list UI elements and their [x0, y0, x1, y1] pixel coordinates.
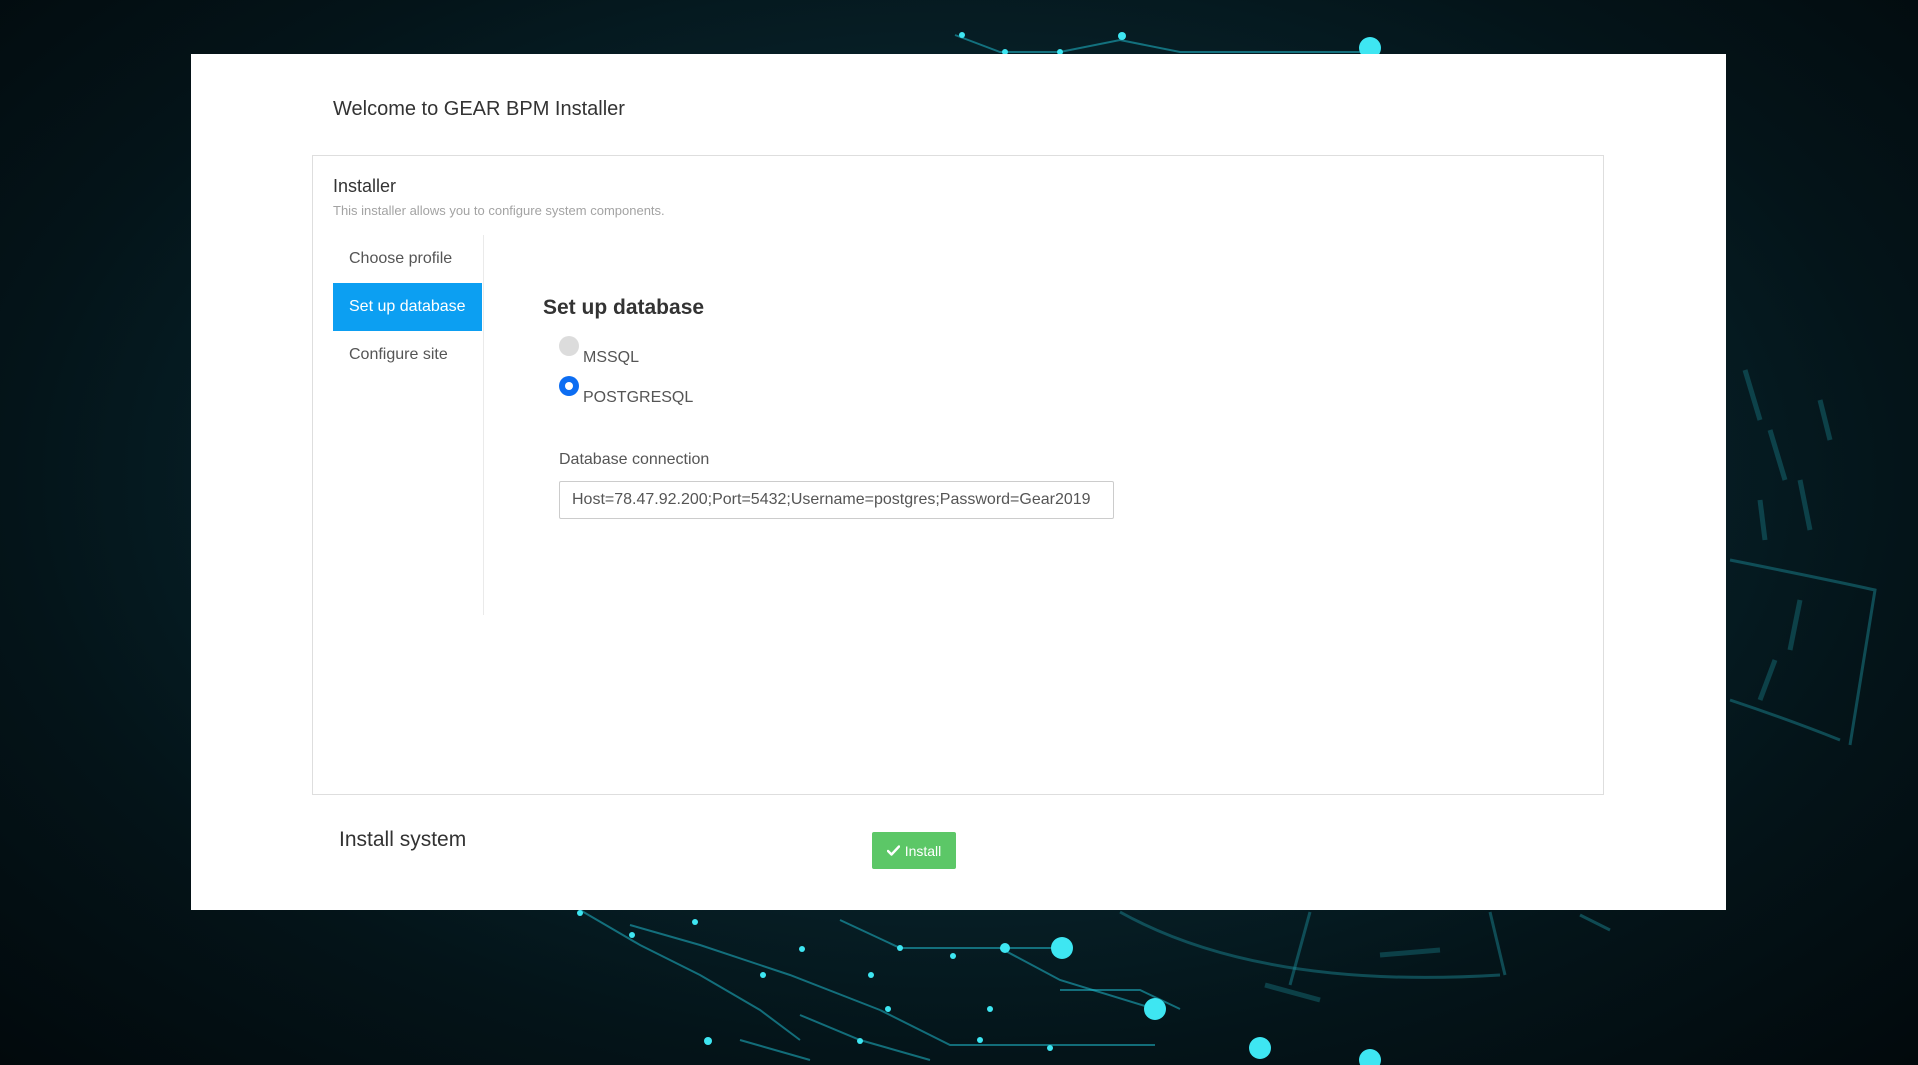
- install-button[interactable]: Install: [872, 832, 956, 869]
- connection-label: Database connection: [559, 451, 710, 468]
- section-title: Set up database: [543, 296, 705, 319]
- installer-card: Installer This installer allows you to c…: [312, 155, 1604, 795]
- connection-input[interactable]: [559, 481, 1114, 519]
- installer-subtitle: This installer allows you to configure s…: [333, 203, 665, 218]
- step-configure-site[interactable]: Configure site: [333, 331, 482, 379]
- install-section-title: Install system: [339, 828, 467, 851]
- install-button-label: Install: [904, 842, 942, 859]
- installer-panel: Welcome to GEAR BPM Installer Installer …: [191, 54, 1726, 910]
- mssql-radio[interactable]: [559, 336, 579, 356]
- postgresql-radio[interactable]: [559, 376, 579, 396]
- check-icon: [886, 845, 900, 856]
- step-set-up-database[interactable]: Set up database: [333, 283, 482, 331]
- installer-title: Installer: [333, 176, 397, 196]
- step-nav: Choose profile Set up database Configure…: [333, 235, 484, 615]
- database-form: Set up database MSSQL POSTGRESQL Databas…: [543, 296, 1343, 519]
- db-option-postgresql: POSTGRESQL: [543, 376, 943, 426]
- postgresql-label: POSTGRESQL: [583, 389, 694, 406]
- page-title: Welcome to GEAR BPM Installer: [333, 98, 625, 120]
- mssql-label: MSSQL: [583, 349, 640, 366]
- step-choose-profile[interactable]: Choose profile: [333, 235, 482, 283]
